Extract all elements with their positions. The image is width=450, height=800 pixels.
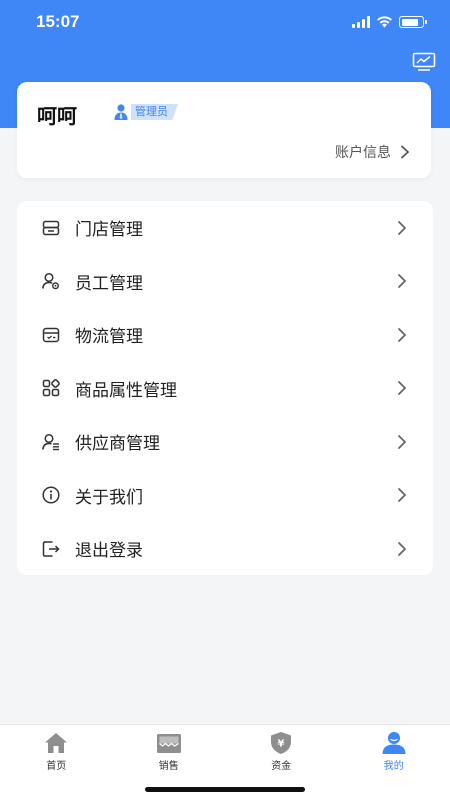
profile-icon — [382, 732, 406, 754]
role-badge: 管理员 — [112, 102, 178, 122]
home-indicator — [145, 787, 305, 792]
account-info-link[interactable]: 账户信息 — [335, 142, 411, 162]
wifi-icon — [377, 16, 392, 28]
tab-label: 首页 — [46, 761, 67, 772]
funds-icon: ¥ — [271, 732, 292, 754]
role-label: 管理员 — [131, 104, 178, 120]
tab-label: 资金 — [271, 761, 292, 772]
menu-item-label: 门店管理 — [75, 220, 143, 241]
tab-home[interactable]: 首页 — [0, 725, 113, 800]
menu-item-label: 退出登录 — [75, 541, 143, 562]
menu-item-label: 员工管理 — [75, 273, 143, 294]
menu-item-label: 物流管理 — [75, 327, 143, 348]
chevron-right-icon — [398, 541, 406, 556]
chevron-right-icon — [398, 381, 406, 396]
logistics-icon — [42, 327, 60, 342]
chevron-right-icon — [398, 434, 406, 449]
menu-item-label: 供应商管理 — [75, 434, 160, 455]
menu-item-label: 关于我们 — [75, 487, 143, 508]
battery-icon — [399, 16, 427, 28]
tab-label: 销售 — [158, 761, 179, 772]
logout-icon — [42, 541, 60, 557]
supplier-icon — [42, 433, 59, 450]
chevron-right-icon — [398, 220, 406, 235]
info-icon — [42, 486, 60, 504]
menu-item-label: 商品属性管理 — [75, 380, 177, 401]
chevron-right-icon — [398, 274, 406, 289]
menu-item-store-management[interactable]: 门店管理 — [17, 201, 433, 255]
status-bar: 15:07 — [0, 0, 450, 44]
menu-item-employee-management[interactable]: 员工管理 — [17, 255, 433, 309]
status-icons — [352, 16, 427, 28]
store-icon — [42, 220, 60, 235]
screen-display-icon[interactable] — [412, 52, 436, 72]
cellular-signal-icon — [352, 16, 370, 28]
settings-menu: 门店管理 员工管理 物流管理 商品属性管理 供应商管理 关于我们 退出登录 — [17, 201, 433, 575]
menu-item-logout[interactable]: 退出登录 — [17, 522, 433, 576]
status-time: 15:07 — [36, 12, 80, 31]
account-info-label: 账户信息 — [335, 145, 391, 161]
chevron-right-icon — [401, 145, 409, 159]
profile-card: 呵呵 管理员 账户信息 — [17, 82, 431, 178]
chevron-right-icon — [398, 327, 406, 342]
chevron-right-icon — [398, 488, 406, 503]
menu-item-supplier-management[interactable]: 供应商管理 — [17, 415, 433, 469]
tab-label: 我的 — [383, 761, 404, 772]
menu-item-logistics-management[interactable]: 物流管理 — [17, 308, 433, 362]
admin-user-icon — [114, 104, 128, 120]
menu-item-product-attributes[interactable]: 商品属性管理 — [17, 362, 433, 416]
home-icon — [45, 733, 68, 753]
sales-icon — [156, 734, 181, 753]
employee-icon — [42, 273, 59, 290]
user-name: 呵呵 — [37, 104, 77, 128]
menu-item-about-us[interactable]: 关于我们 — [17, 469, 433, 523]
svg-text:¥: ¥ — [278, 739, 285, 750]
tab-mine[interactable]: 我的 — [338, 725, 450, 800]
product-attributes-icon — [42, 379, 60, 397]
